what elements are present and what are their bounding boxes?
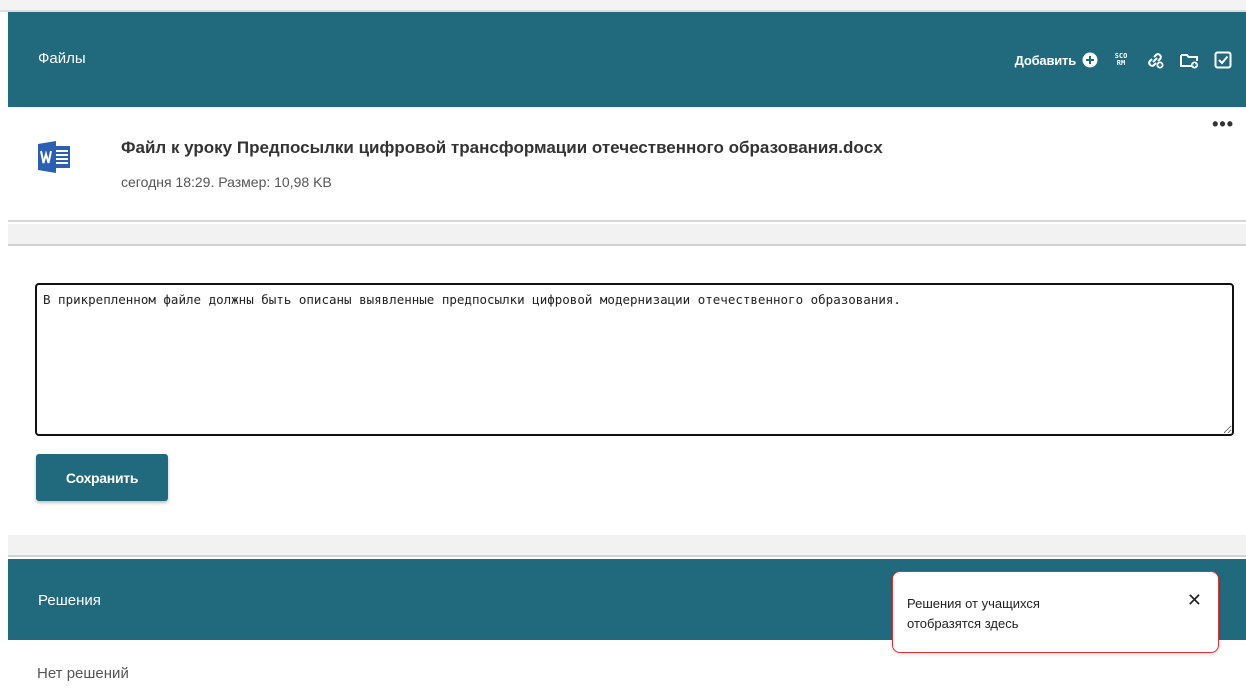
scorm-icon-bottom: RM bbox=[1116, 59, 1126, 67]
word-doc-icon bbox=[38, 141, 70, 173]
scorm-button[interactable]: SCO RM bbox=[1110, 49, 1132, 71]
file-name-link[interactable]: Файл к уроку Предпосылки цифровой трансф… bbox=[121, 138, 883, 158]
top-strip bbox=[0, 0, 1246, 12]
file-meta: сегодня 18:29. Размер: 10,98 KB bbox=[121, 174, 332, 190]
notification-toast: Решения от учащихся отобразятся здесь ✕ bbox=[892, 571, 1219, 653]
add-link-button[interactable] bbox=[1144, 49, 1166, 71]
files-panel-header: Файлы Добавить SCO RM bbox=[8, 12, 1246, 107]
more-options-button[interactable]: ••• bbox=[1212, 115, 1234, 133]
checkbox-button[interactable] bbox=[1212, 49, 1234, 71]
file-item: Файл к уроку Предпосылки цифровой трансф… bbox=[8, 107, 1246, 222]
save-button[interactable]: Сохранить bbox=[36, 454, 168, 501]
toast-message: Решения от учащихся отобразятся здесь bbox=[907, 596, 1040, 631]
comment-textarea[interactable]: В прикрепленном файле должны быть описан… bbox=[35, 283, 1234, 436]
checkbox-icon bbox=[1214, 51, 1232, 69]
files-header-actions: Добавить SCO RM bbox=[1015, 42, 1234, 78]
files-panel-title: Файлы bbox=[38, 50, 86, 67]
section-divider bbox=[8, 535, 1246, 557]
folder-add-icon bbox=[1180, 54, 1198, 69]
add-label: Добавить bbox=[1014, 52, 1077, 68]
no-solutions-text: Нет решений bbox=[37, 665, 129, 682]
link-add-icon bbox=[1148, 53, 1164, 69]
scorm-icon: SCO RM bbox=[1115, 53, 1128, 67]
plus-circle-icon bbox=[1082, 52, 1098, 68]
solutions-panel-title: Решения bbox=[38, 592, 101, 609]
add-folder-button[interactable] bbox=[1178, 49, 1200, 71]
close-icon[interactable]: ✕ bbox=[1187, 590, 1202, 611]
add-file-button[interactable]: Добавить bbox=[1015, 52, 1098, 68]
section-divider bbox=[8, 224, 1246, 246]
